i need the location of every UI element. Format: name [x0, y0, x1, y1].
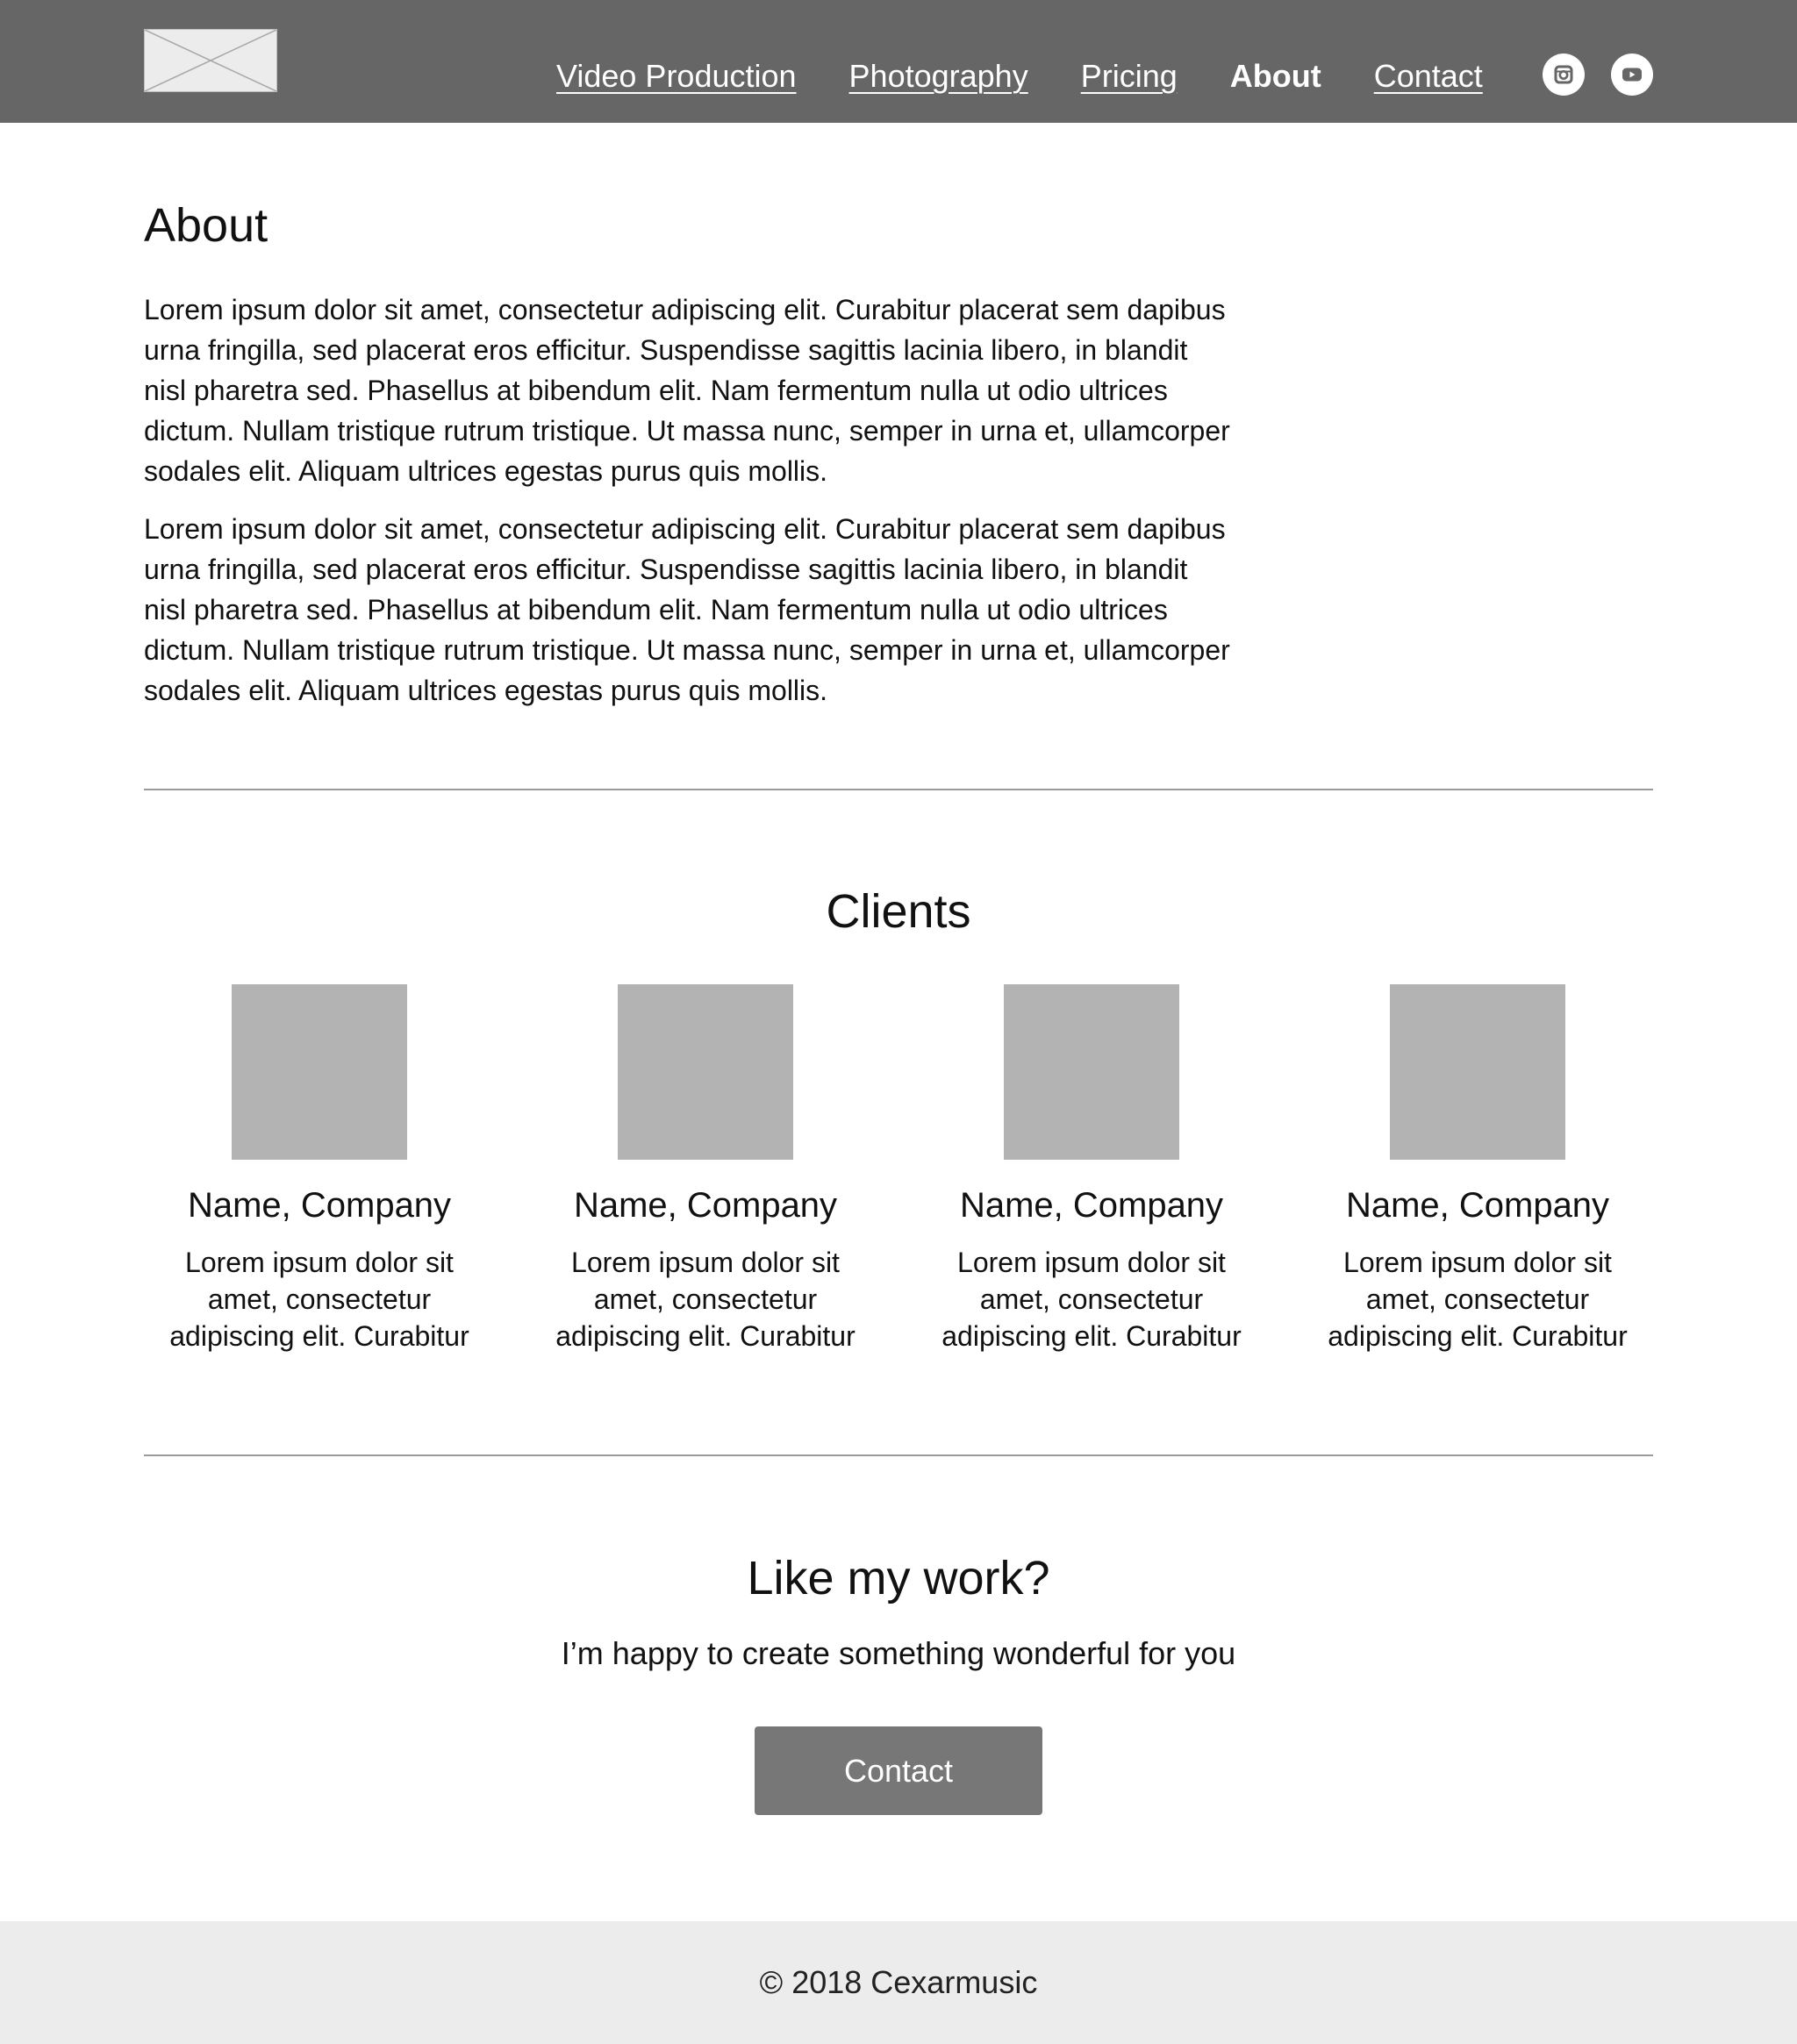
about-paragraph-1: Lorem ipsum dolor sit amet, consectetur …: [144, 294, 1230, 487]
client-photo-placeholder: [1004, 984, 1179, 1160]
client-photo-placeholder: [232, 984, 407, 1160]
client-testimonial: Lorem ipsum dolor sit amet, consectetur …: [555, 1247, 856, 1352]
client-name: Name, Company: [1345, 1186, 1610, 1225]
client-card: Name, Company Lorem ipsum dolor sit amet…: [144, 984, 495, 1354]
client-name: Name, Company: [187, 1186, 452, 1225]
nav-item-contact[interactable]: Contact: [1374, 58, 1483, 95]
logo-placeholder-icon[interactable]: [144, 29, 277, 92]
footer-copyright: © 2018 Cexarmusic: [759, 1964, 1038, 2000]
section-divider: [144, 1454, 1653, 1456]
client-testimonial: Lorem ipsum dolor sit amet, consectetur …: [1328, 1247, 1628, 1352]
client-name: Name, Company: [573, 1186, 838, 1225]
instagram-icon[interactable]: [1543, 54, 1585, 96]
client-testimonial: Lorem ipsum dolor sit amet, consectetur …: [169, 1247, 469, 1352]
client-card: Name, Company Lorem ipsum dolor sit amet…: [916, 984, 1267, 1354]
section-divider: [144, 789, 1653, 790]
main-nav: Video Production Photography Pricing Abo…: [556, 54, 1483, 98]
nav-item-about[interactable]: About: [1230, 58, 1321, 95]
clients-title: Clients: [826, 885, 971, 938]
about-paragraph-2: Lorem ipsum dolor sit amet, consectetur …: [144, 513, 1230, 706]
youtube-icon[interactable]: [1611, 54, 1653, 96]
client-testimonial: Lorem ipsum dolor sit amet, consectetur …: [941, 1247, 1242, 1352]
contact-button[interactable]: Contact: [755, 1726, 1042, 1815]
client-card: Name, Company Lorem ipsum dolor sit amet…: [530, 984, 881, 1354]
cta-title: Like my work?: [747, 1552, 1050, 1604]
client-name: Name, Company: [959, 1186, 1224, 1225]
about-title: About: [144, 199, 268, 252]
client-photo-placeholder: [618, 984, 793, 1160]
nav-item-video-production[interactable]: Video Production: [556, 58, 797, 95]
nav-item-photography[interactable]: Photography: [849, 58, 1028, 95]
nav-item-pricing[interactable]: Pricing: [1081, 58, 1178, 95]
site-header: Video Production Photography Pricing Abo…: [0, 0, 1797, 123]
site-footer: © 2018 Cexarmusic: [0, 1921, 1797, 2044]
client-photo-placeholder: [1390, 984, 1565, 1160]
cta-subtitle: I’m happy to create something wonderful …: [561, 1635, 1236, 1671]
client-card: Name, Company Lorem ipsum dolor sit amet…: [1302, 984, 1653, 1354]
